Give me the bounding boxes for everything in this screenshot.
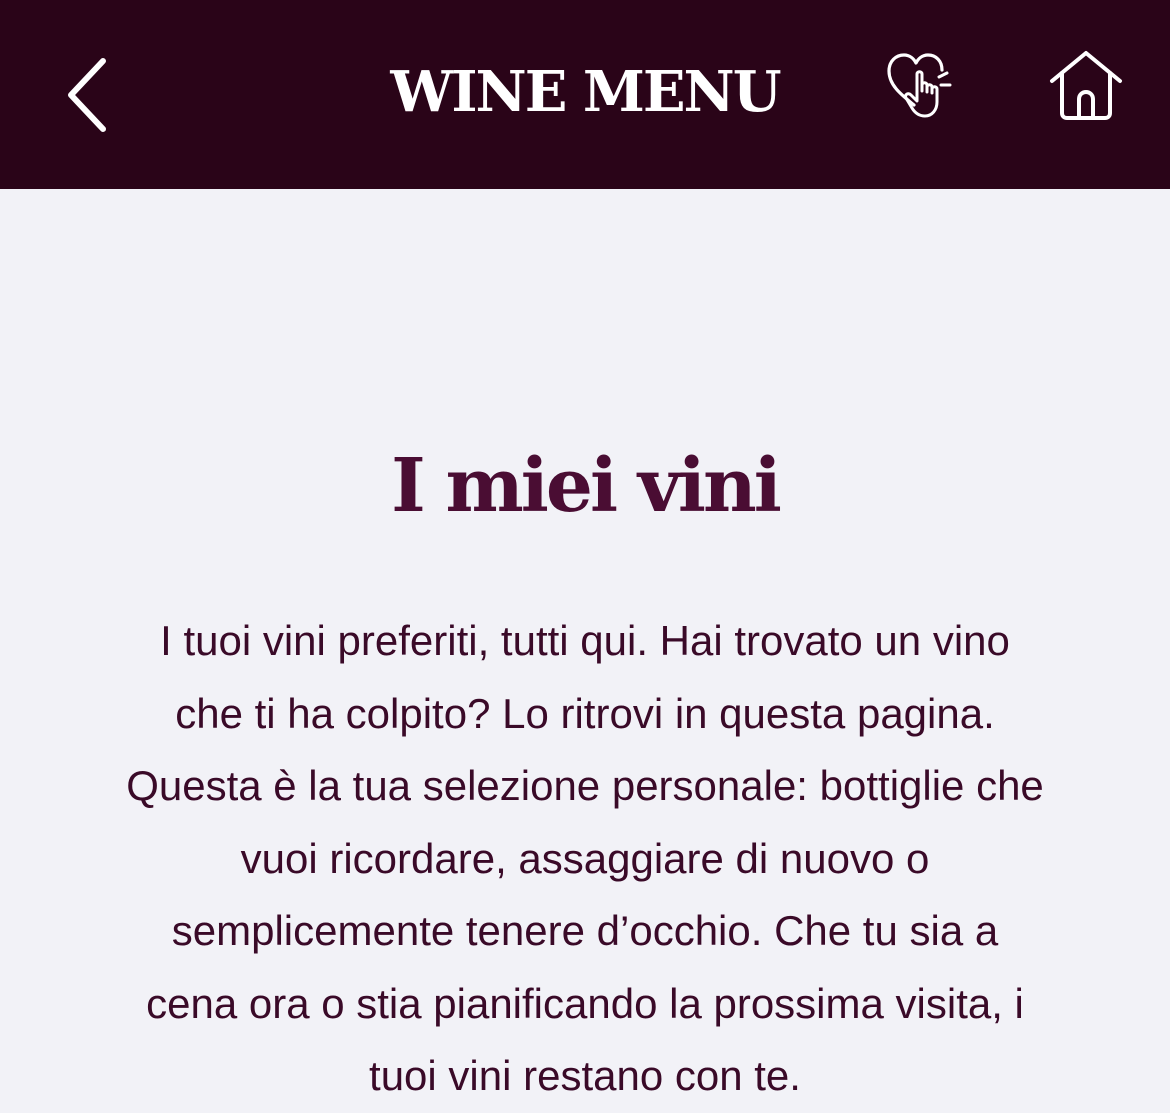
home-button[interactable] [1040,40,1132,130]
home-icon [1046,47,1126,123]
heart-hand-icon [881,47,957,123]
app-title: WINE MENU [390,59,781,125]
favorites-button[interactable] [874,40,964,130]
page-description: I tuoi vini preferiti, tutti qui. Hai tr… [126,617,1044,1099]
page-title: I miei vini [391,443,782,529]
back-button[interactable] [52,52,122,138]
main-content: I miei vini I tuoi vini preferiti, tutti… [0,189,1170,1099]
top-navigation-bar: WINE MENU [0,0,1170,189]
chevron-left-icon [65,57,109,133]
